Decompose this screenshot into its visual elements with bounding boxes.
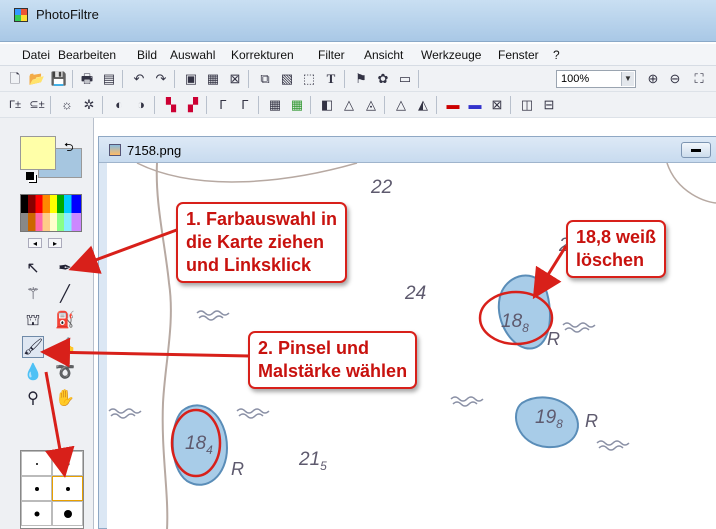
callout-step-one: 1. Farbauswahl in die Karte ziehen und L… (176, 202, 348, 283)
annotation-arrow (44, 371, 75, 478)
annotation-arrow (532, 245, 568, 300)
highlight-circle (170, 408, 222, 478)
annotation-arrow (40, 337, 251, 368)
callout-step-two: 2. Pinsel und Malstärke wählen (248, 331, 418, 389)
annotation-arrow (68, 226, 183, 274)
highlight-circle (478, 290, 554, 346)
callout-delete-depth: 18,8 weiß löschen (566, 220, 667, 278)
